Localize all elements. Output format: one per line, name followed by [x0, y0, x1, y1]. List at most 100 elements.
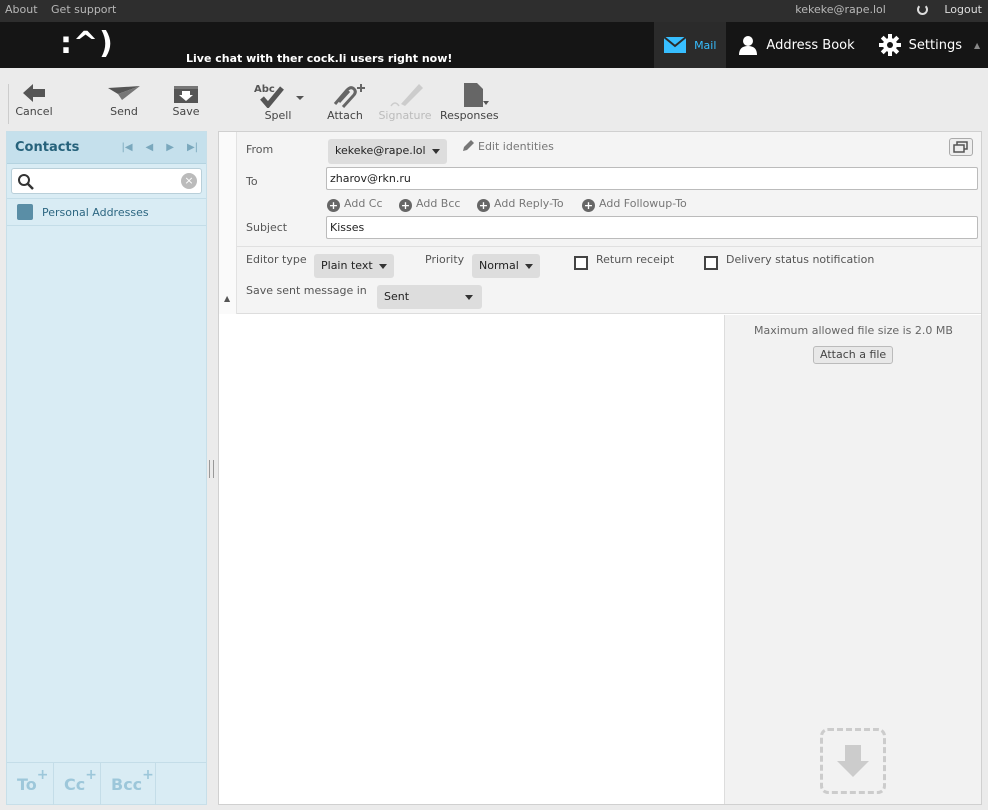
insert-cc-label: Cc: [64, 775, 86, 794]
insert-bcc-label: Bcc: [111, 775, 143, 794]
taskbar-more-toggle[interactable]: ▲: [974, 22, 988, 68]
logout-button[interactable]: Logout: [903, 3, 982, 16]
add-cc-label: Add Cc: [344, 197, 383, 210]
download-box-icon: [174, 86, 198, 103]
add-replyto-link[interactable]: + Add Reply-To: [477, 197, 564, 212]
plus-icon: +: [477, 199, 490, 212]
spell-label: Spell: [264, 109, 292, 122]
top-bar: About Get support kekeke@rape.lol Logout: [0, 0, 988, 22]
mail-icon: [664, 37, 687, 53]
search-icon: [18, 174, 34, 190]
headers-strip: ▲: [219, 132, 237, 314]
plus-icon: +: [85, 767, 97, 783]
plus-icon: +: [327, 199, 340, 212]
editor-type-select[interactable]: Plain text: [314, 254, 394, 278]
priority-select[interactable]: Normal: [472, 254, 540, 278]
contacts-title: Contacts: [15, 140, 80, 155]
add-followupto-link[interactable]: + Add Followup-To: [582, 197, 687, 212]
to-label: To: [246, 175, 258, 188]
address-group-item[interactable]: Personal Addresses: [7, 198, 206, 226]
dropdown-arrow-icon: [465, 295, 473, 300]
pen-icon: [390, 84, 423, 107]
task-addressbook[interactable]: Address Book: [726, 22, 866, 68]
save-sent-label: Save sent message in: [246, 284, 367, 297]
insert-bcc-button[interactable]: Bcc +: [101, 763, 156, 805]
plus-icon: +: [582, 199, 595, 212]
logout-label: Logout: [944, 3, 982, 16]
spell-button[interactable]: Abc Spell: [249, 82, 307, 122]
next-page-icon[interactable]: ▶: [166, 142, 174, 153]
max-file-size-text: Maximum allowed file size is 2.0 MB: [754, 324, 953, 337]
edit-identities-label: Edit identities: [478, 140, 554, 153]
options-divider: [237, 246, 981, 247]
signature-button[interactable]: Signature: [376, 82, 434, 122]
spell-abc-text: Abc: [254, 84, 275, 95]
from-label: From: [246, 143, 274, 156]
attach-file-button[interactable]: Attach a file: [813, 346, 894, 364]
collapse-headers-icon[interactable]: ▲: [224, 294, 230, 303]
header: :^) Live chat with ther cock.li users ri…: [0, 22, 988, 68]
return-receipt-checkbox[interactable]: [574, 256, 588, 270]
save-sent-value: Sent: [384, 290, 410, 303]
cancel-label: Cancel: [15, 105, 53, 118]
subject-field[interactable]: Kisses: [326, 216, 978, 239]
insert-to-button[interactable]: To +: [7, 763, 54, 805]
task-mail[interactable]: Mail: [654, 22, 727, 68]
add-cc-link[interactable]: + Add Cc: [327, 197, 383, 212]
file-drop-zone[interactable]: [820, 728, 886, 794]
plus-icon: +: [142, 767, 154, 783]
logo[interactable]: :^): [60, 26, 114, 61]
send-label: Send: [110, 105, 138, 118]
user-icon: [739, 36, 758, 55]
support-link[interactable]: Get support: [51, 3, 116, 16]
save-sent-select[interactable]: Sent: [377, 285, 482, 309]
dsn-checkbox[interactable]: [704, 256, 718, 270]
dsn-label: Delivery status notification: [726, 253, 875, 266]
cancel-button[interactable]: Cancel: [5, 82, 63, 118]
save-button[interactable]: Save: [157, 82, 215, 118]
task-addressbook-label: Address Book: [766, 37, 855, 53]
plus-icon: +: [36, 767, 49, 783]
about-link[interactable]: About: [5, 3, 38, 16]
paperclip-icon: [333, 84, 365, 108]
dropdown-arrow-icon: [378, 264, 387, 269]
add-bcc-link[interactable]: + Add Bcc: [399, 197, 460, 212]
to-field[interactable]: zharov@rkn.ru: [326, 167, 978, 190]
priority-value: Normal: [479, 259, 519, 272]
taskbar: Mail Address Book Settings ▲: [654, 22, 988, 68]
back-arrow-icon: [23, 84, 45, 102]
power-icon: [917, 4, 929, 15]
message-body-editor[interactable]: [219, 315, 724, 804]
editor-type-label: Editor type: [246, 253, 307, 266]
task-settings[interactable]: Settings: [867, 22, 974, 68]
insert-cc-button[interactable]: Cc +: [54, 763, 101, 805]
responses-label: Responses: [440, 109, 499, 122]
task-settings-label: Settings: [908, 37, 962, 53]
clear-search-icon[interactable]: ×: [181, 173, 197, 189]
open-in-window-button[interactable]: [949, 138, 973, 156]
attach-button[interactable]: Attach: [316, 82, 374, 122]
contacts-sidebar: Contacts |◀ ◀ ▶ ▶| × Personal Addresses …: [6, 131, 207, 805]
from-select[interactable]: kekeke@rape.lol: [328, 139, 447, 164]
responses-button[interactable]: Responses: [440, 82, 499, 122]
compose-headers: ▲ From kekeke@rape.lol Edit identities T…: [219, 132, 981, 314]
pencil-icon: [463, 140, 474, 151]
contacts-pager: |◀ ◀ ▶ ▶|: [121, 142, 198, 153]
last-page-icon[interactable]: ▶|: [187, 142, 198, 153]
prev-page-icon[interactable]: ◀: [146, 142, 154, 153]
gear-icon: [878, 34, 901, 56]
task-mail-label: Mail: [694, 38, 717, 52]
pane-splitter[interactable]: [209, 460, 214, 478]
first-page-icon[interactable]: |◀: [121, 142, 132, 153]
document-icon: [464, 83, 489, 107]
dropdown-arrow-icon: [524, 264, 533, 269]
send-button[interactable]: Send: [95, 82, 153, 118]
contact-search-input[interactable]: [36, 172, 176, 190]
editor-type-value: Plain text: [321, 259, 373, 272]
add-bcc-label: Add Bcc: [416, 197, 461, 210]
insert-to-label: To: [17, 775, 37, 794]
edit-identities-link[interactable]: Edit identities: [462, 139, 554, 153]
new-window-icon: [953, 141, 968, 153]
dropdown-arrow-icon: [431, 149, 440, 154]
priority-label: Priority: [425, 253, 465, 266]
